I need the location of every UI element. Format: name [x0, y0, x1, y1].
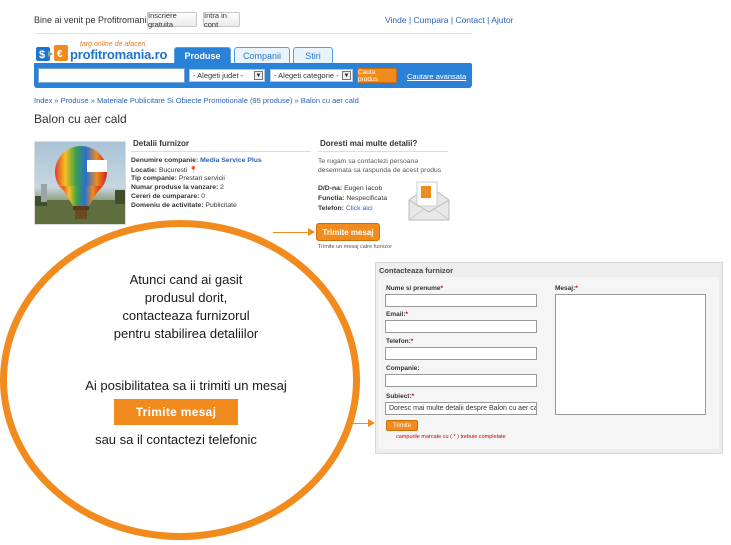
- tab-stiri[interactable]: Stiri: [293, 47, 333, 63]
- chevron-down-icon: ▼: [254, 71, 263, 80]
- product-image[interactable]: [34, 141, 126, 225]
- subject-label-text: Subiect:: [386, 393, 412, 400]
- required-note: campurile marcate cu ( * ) trebuie compl…: [396, 434, 506, 440]
- link-vinde[interactable]: Vinde: [385, 15, 407, 25]
- judet-select-value: - Alegeti judet -: [193, 71, 244, 80]
- phone-link[interactable]: Click aici: [346, 205, 373, 212]
- send-message-button[interactable]: Trimite mesaj: [316, 223, 380, 241]
- detail-value: 0: [201, 193, 206, 200]
- detail-row: Locatie: Bucuresti 📍: [131, 166, 198, 174]
- tab-companii[interactable]: Companii: [234, 47, 290, 63]
- page-title: Balon cu aer cald: [34, 112, 127, 126]
- name-field[interactable]: [385, 294, 537, 307]
- circle-text: pentru stabilirea detaliilor: [113, 326, 259, 341]
- phone-label-text: Telefon:: [386, 338, 411, 345]
- contact-label: D/D-na:: [318, 185, 343, 192]
- advanced-search-link[interactable]: Cautare avansata: [407, 72, 466, 81]
- envelope-icon: [408, 181, 450, 221]
- contact-row: Functia: Nespecificata: [318, 195, 387, 202]
- circle-text: Atunci cand ai gasit: [129, 272, 243, 287]
- circle-text: produsul dorit,: [144, 290, 228, 305]
- company-field[interactable]: [385, 374, 537, 387]
- send-message-hint: Trimite un mesaj catre furnizor: [318, 244, 393, 250]
- send-message-big-button[interactable]: Trimite mesaj: [114, 399, 238, 425]
- required-mark: *: [411, 393, 415, 400]
- contact-description: Te rugam sa contactezi persoana desemnat…: [318, 158, 442, 174]
- top-links: Vinde | Cumpara | Contact | Ajutor: [385, 15, 514, 25]
- logo-text[interactable]: profitromania.ro: [70, 47, 167, 62]
- name-label: Nume si prenume*: [386, 285, 443, 292]
- svg-text:$: $: [39, 49, 45, 61]
- detail-value: 2: [220, 184, 224, 191]
- chevron-down-icon: ▼: [342, 71, 351, 80]
- detail-label: Denumire companie:: [131, 157, 199, 164]
- contact-label: Functia:: [318, 195, 345, 202]
- email-label-text: Email:: [386, 311, 406, 318]
- link-ajutor[interactable]: Ajutor: [491, 15, 513, 25]
- register-button[interactable]: Inscriere gratuita: [147, 11, 197, 29]
- detail-label: Cereri de cumparare:: [131, 193, 200, 200]
- contact-header: Doresti mai multe detalii?: [318, 139, 448, 152]
- circle-text: Ai posibilitatea sa ii trimiti un mesaj: [85, 378, 287, 393]
- contact-form-title: Contacteaza furnizor: [379, 266, 454, 275]
- message-label: Mesaj:*: [555, 285, 578, 292]
- contact-row: Telefon: Click aici: [318, 205, 373, 212]
- detail-label: Locatie:: [131, 167, 158, 174]
- detail-value: Publicitate: [205, 202, 237, 209]
- required-mark: *: [410, 338, 414, 345]
- arrow-line: [273, 232, 309, 233]
- company-label: Companie:: [386, 365, 420, 372]
- detail-row: Cereri de cumparare: 0: [131, 193, 205, 200]
- top-divider: [34, 33, 472, 34]
- message-textarea[interactable]: [555, 294, 706, 415]
- tab-produse[interactable]: Produse: [174, 47, 231, 63]
- arrow-right-icon: [368, 419, 375, 427]
- detail-row: Domeniu de activitate: Publicitate: [131, 202, 237, 209]
- contact-label: Telefon:: [318, 205, 344, 212]
- svg-text:€: €: [57, 49, 63, 60]
- phone-field[interactable]: [385, 347, 537, 360]
- link-contact[interactable]: Contact: [455, 15, 484, 25]
- contact-value: Nespecificata: [346, 195, 388, 202]
- categorie-select[interactable]: - Alegeti categorie - ▼: [270, 69, 353, 82]
- logo-icon[interactable]: $ €: [36, 43, 70, 63]
- name-label-text: Nume si prenume: [386, 285, 441, 292]
- required-mark: *: [575, 285, 578, 292]
- company-label-text: Companie:: [386, 365, 420, 372]
- required-mark: *: [405, 311, 409, 318]
- detail-row: Denumire companie: Media Service Plus: [131, 157, 262, 164]
- contact-row: D/D-na: Eugen Iacob: [318, 185, 382, 192]
- company-link[interactable]: Media Service Plus: [200, 157, 262, 164]
- circle-text: contacteaza furnizorul: [122, 308, 250, 323]
- detail-label: Tip companie:: [131, 175, 177, 182]
- search-button[interactable]: Cauta produs: [357, 68, 397, 83]
- judet-select[interactable]: - Alegeti judet - ▼: [189, 69, 265, 82]
- circle-text: sau sa il contactezi telefonic: [95, 432, 257, 447]
- breadcrumb[interactable]: Index » Produse » Materiale Publicitare …: [34, 96, 359, 105]
- arrow-right-icon: [308, 228, 315, 236]
- contact-value: Eugen Iacob: [344, 185, 383, 192]
- email-label: Email:*: [386, 311, 408, 318]
- required-mark: *: [440, 285, 444, 292]
- email-field[interactable]: [385, 320, 537, 333]
- details-header: Detalii furnizor: [131, 139, 311, 152]
- search-input[interactable]: [38, 68, 185, 83]
- welcome-text: Bine ai venit pe Profitromania.ro!: [34, 15, 165, 25]
- subject-field[interactable]: Doresc mai multe detalii despre Balon cu…: [385, 402, 537, 415]
- balloon-image-icon: [35, 146, 125, 224]
- detail-row: Tip companie: Prestari servicii: [131, 175, 225, 182]
- detail-value: Prestari servicii: [178, 175, 225, 182]
- detail-label: Domeniu de activitate:: [131, 202, 204, 209]
- message-label-text: Mesaj:: [555, 285, 576, 292]
- form-submit-button[interactable]: Trimite: [386, 420, 418, 431]
- detail-value: Bucuresti: [158, 167, 188, 174]
- detail-row: Numar produse la vanzare: 2: [131, 184, 224, 191]
- link-cumpara[interactable]: Cumpara: [414, 15, 449, 25]
- categorie-select-value: - Alegeti categorie -: [274, 71, 339, 80]
- phone-label: Telefon:*: [386, 338, 413, 345]
- login-button[interactable]: Intra in cont: [203, 11, 240, 29]
- map-pin-icon[interactable]: 📍: [189, 167, 197, 174]
- subject-label: Subiect:*: [386, 393, 414, 400]
- detail-label: Numar produse la vanzare:: [131, 184, 219, 191]
